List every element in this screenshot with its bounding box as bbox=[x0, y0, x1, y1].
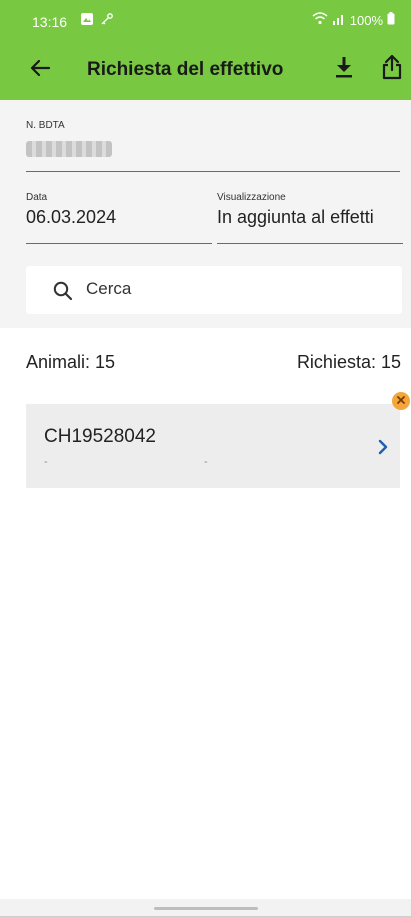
date-field[interactable]: Data 06.03.2024 bbox=[26, 192, 212, 244]
back-button[interactable] bbox=[24, 54, 56, 86]
view-value: In aggiunta al effetti bbox=[217, 207, 374, 227]
bdta-label: N. BDTA bbox=[26, 120, 65, 131]
home-indicator[interactable] bbox=[154, 907, 258, 910]
animal-id: CH19528042 bbox=[44, 426, 156, 447]
view-underline bbox=[217, 243, 403, 244]
animal-subtitle-left: - bbox=[44, 456, 48, 468]
view-select[interactable]: Visualizzazione In aggiunta al effetti bbox=[217, 192, 403, 244]
animal-subtitle-right: - bbox=[204, 456, 208, 468]
close-icon bbox=[396, 392, 406, 410]
date-label: Data bbox=[26, 192, 48, 203]
battery-label: 100% bbox=[349, 12, 383, 28]
bdta-field[interactable]: N. BDTA bbox=[26, 120, 400, 172]
battery-icon bbox=[387, 12, 395, 28]
wifi-icon bbox=[312, 12, 328, 28]
date-value: 06.03.2024 bbox=[26, 207, 117, 227]
image-icon bbox=[80, 12, 94, 31]
signal-icon bbox=[332, 13, 346, 28]
animals-count: Animali: 15 bbox=[26, 352, 116, 372]
chevron-right-icon bbox=[376, 436, 390, 458]
share-icon bbox=[381, 54, 403, 85]
requests-count: Richiesta: 15 bbox=[296, 352, 401, 372]
toolbar: Richiesta del effettivo bbox=[0, 44, 411, 100]
key-icon bbox=[100, 12, 114, 31]
share-button[interactable] bbox=[376, 52, 408, 86]
date-underline bbox=[26, 243, 212, 244]
page-title: Richiesta del effettivo bbox=[87, 59, 284, 80]
bdta-underline bbox=[26, 171, 400, 172]
status-notification-icons bbox=[80, 12, 114, 31]
remove-item-button[interactable] bbox=[392, 392, 410, 410]
status-system-icons: 100% bbox=[312, 12, 395, 28]
list-item[interactable]: CH19528042 - - bbox=[26, 404, 400, 488]
summary-row: Animali: 15 Richiesta: 15 bbox=[0, 352, 411, 380]
download-button[interactable] bbox=[328, 53, 360, 85]
status-time: 13:16 bbox=[32, 14, 68, 30]
search-icon bbox=[52, 280, 74, 302]
search-bar[interactable] bbox=[26, 266, 402, 314]
back-arrow-icon bbox=[30, 59, 51, 82]
navigation-bar bbox=[0, 899, 411, 916]
download-icon bbox=[334, 56, 354, 83]
bdta-value-redacted bbox=[26, 141, 112, 157]
view-label: Visualizzazione bbox=[217, 192, 286, 203]
search-input[interactable] bbox=[86, 279, 376, 299]
status-bar: 13:16 100% bbox=[0, 0, 411, 44]
app-screen: 13:16 100% Richiesta del effettivo N. BD… bbox=[0, 0, 412, 917]
